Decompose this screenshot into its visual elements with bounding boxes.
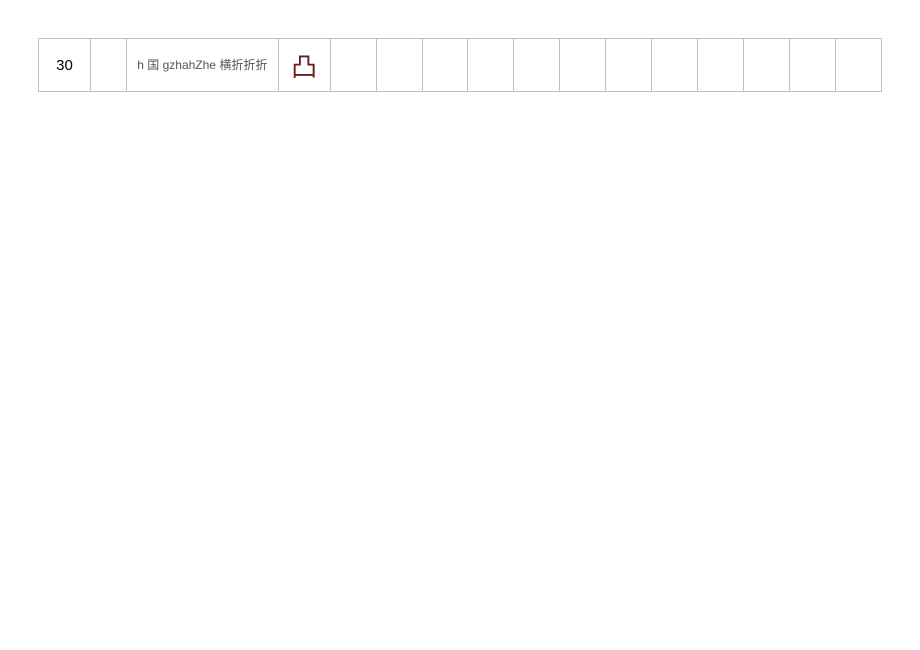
empty-cell xyxy=(514,39,560,92)
empty-cell xyxy=(377,39,423,92)
empty-cell xyxy=(331,39,377,92)
description-cell: h 国 gzhahZhe 横折折折 xyxy=(127,39,279,92)
glyph-char: 凸 xyxy=(291,47,317,84)
empty-cell xyxy=(560,39,606,92)
empty-cell xyxy=(836,39,882,92)
empty-cell xyxy=(698,39,744,92)
row-number: 30 xyxy=(56,57,73,74)
empty-cell xyxy=(468,39,514,92)
description-text: h 国 gzhahZhe 横折折折 xyxy=(137,56,267,74)
glyph-cell: 凸 xyxy=(279,39,331,92)
empty-cell xyxy=(744,39,790,92)
empty-cell xyxy=(790,39,836,92)
empty-cell xyxy=(606,39,652,92)
empty-cell xyxy=(91,39,127,92)
row-number-cell: 30 xyxy=(39,39,91,92)
empty-cell xyxy=(423,39,469,92)
empty-cell xyxy=(652,39,698,92)
table-row: 30 h 国 gzhahZhe 横折折折 凸 xyxy=(38,38,882,92)
